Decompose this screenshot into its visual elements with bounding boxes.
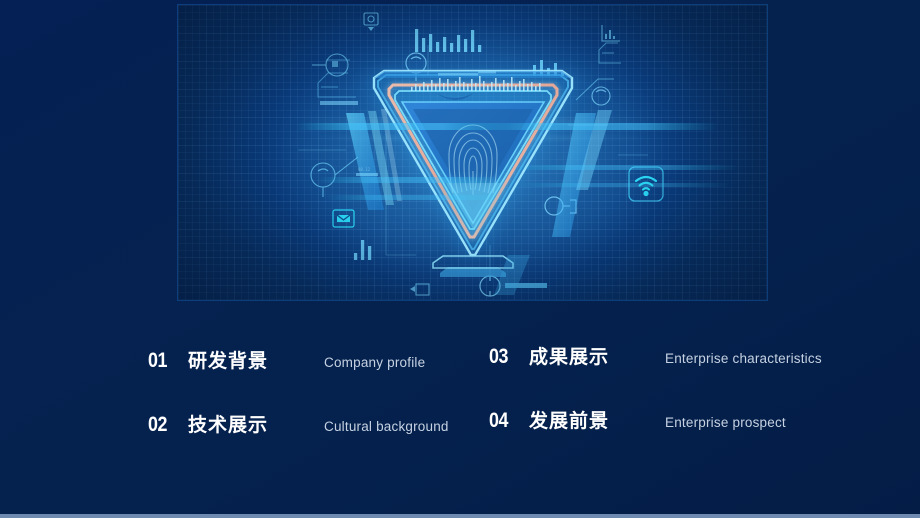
hero-banner-image: 88.12	[178, 5, 767, 300]
menu-title-en: Enterprise prospect	[665, 415, 786, 430]
menu-number: 04	[489, 409, 509, 432]
menu-item-01[interactable]: 01 研发背景 Company profile	[148, 346, 425, 373]
slide-canvas: 88.12 01 研发背景 Company profile 02 技术展示 Cu…	[0, 0, 920, 518]
hero-vector-art: 88.12	[272, 12, 738, 297]
svg-text:88.12: 88.12	[358, 167, 371, 172]
wifi-icon	[628, 166, 664, 207]
menu-title-cn: 成果展示	[529, 347, 610, 368]
menu-title-en: Company profile	[324, 355, 426, 370]
menu-title-cn: 研发背景	[188, 351, 269, 372]
bottom-accent-strip	[0, 514, 920, 518]
menu-item-02[interactable]: 02 技术展示 Cultural background	[148, 410, 449, 437]
menu-title-cn: 技术展示	[188, 415, 269, 436]
menu-title-en: Cultural background	[324, 419, 449, 434]
menu-number: 03	[489, 345, 509, 368]
agenda-menu: 01 研发背景 Company profile 02 技术展示 Cultural…	[0, 318, 920, 478]
menu-number: 02	[148, 413, 168, 436]
menu-item-03[interactable]: 03 成果展示 Enterprise characteristics	[489, 342, 822, 369]
menu-item-04[interactable]: 04 发展前景 Enterprise prospect	[489, 406, 786, 433]
menu-number: 01	[148, 349, 168, 372]
menu-title-en: Enterprise characteristics	[665, 351, 822, 366]
camera-icon	[363, 12, 379, 31]
menu-title-cn: 发展前景	[529, 411, 610, 432]
